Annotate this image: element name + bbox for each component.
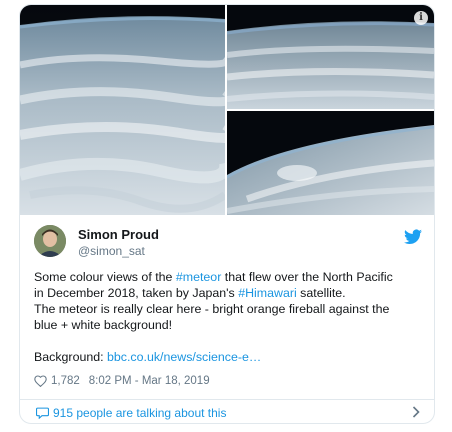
chevron-right-icon[interactable]: [412, 406, 420, 418]
hashtag-himawari-link[interactable]: #Himawari: [238, 286, 297, 300]
tweet-text-line: Some colour views of the #meteor that fl…: [34, 269, 426, 285]
text-fragment: that flew over the North Pacific: [221, 270, 393, 284]
text-fragment: satellite.: [296, 286, 346, 300]
tweet-text-line: Background: bbc.co.uk/news/science-e…: [34, 349, 426, 365]
like-count[interactable]: 1,782: [51, 375, 80, 387]
tweet-text-line: blue + white background!: [34, 318, 173, 332]
satellite-photo-main[interactable]: [20, 5, 225, 215]
avatar[interactable]: [34, 225, 66, 257]
tweet-card[interactable]: i Simon Proud @simon_sat Some colour vie…: [19, 4, 435, 424]
tweet-timestamp[interactable]: 8:02 PM - Mar 18, 2019: [89, 375, 210, 387]
conversation-link-row[interactable]: 915 people are talking about this: [20, 400, 434, 423]
tweet-text: Some colour views of the #meteor that fl…: [34, 269, 426, 365]
tweet-header: Simon Proud @simon_sat: [34, 225, 424, 265]
author-display-name[interactable]: Simon Proud: [78, 227, 159, 242]
twitter-bird-icon[interactable]: [404, 229, 422, 245]
satellite-photo-bottom-right[interactable]: [227, 111, 434, 215]
info-icon[interactable]: i: [414, 11, 428, 25]
background-label: Background:: [34, 350, 108, 364]
media-grid: i: [20, 5, 434, 215]
author-handle[interactable]: @simon_sat: [78, 244, 145, 258]
speech-bubble-icon: [36, 407, 49, 419]
hashtag-meteor-link[interactable]: #meteor: [176, 270, 221, 284]
tweet-meta: 1,782 8:02 PM - Mar 18, 2019: [34, 375, 210, 387]
text-fragment: Some colour views of the: [34, 270, 176, 284]
heart-icon[interactable]: [34, 375, 47, 387]
talking-count-text[interactable]: 915 people are talking about this: [53, 406, 226, 420]
text-fragment: in December 2018, taken by Japan's: [34, 286, 239, 300]
satellite-photo-top-right[interactable]: i: [227, 5, 434, 109]
tweet-text-line: in December 2018, taken by Japan's #Hima…: [34, 285, 426, 301]
bbc-article-link[interactable]: bbc.co.uk/news/science-e…: [107, 350, 261, 364]
tweet-text-line: The meteor is really clear here - bright…: [34, 302, 390, 316]
